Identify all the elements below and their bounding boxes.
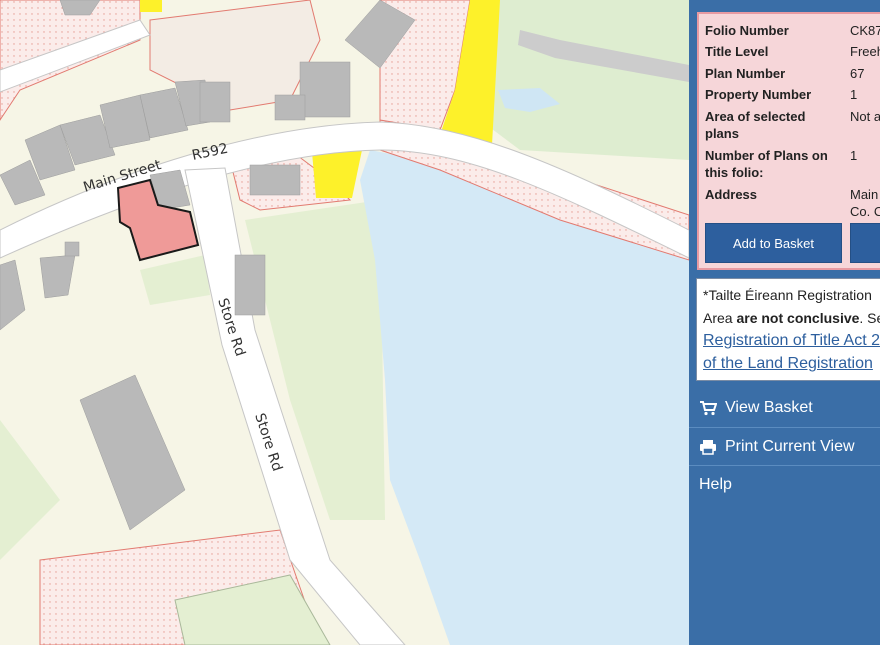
view-basket-menu-item[interactable]: View Basket [689,389,880,427]
folio-row-folio-number: Folio Number CK87 [705,23,880,38]
side-panel: Folio Number CK87 Title Level Freeh Plan… [689,0,880,645]
note-line-2: Area are not conclusive. Se [703,310,880,326]
folio-details: Folio Number CK87 Title Level Freeh Plan… [697,12,880,270]
folio-row-number-of-plans: Number of Plans on this folio: 1 [705,148,858,180]
registration-act-link[interactable]: Registration of Title Act 2 [703,330,880,352]
folio-row-area: Area of selected plans Not a [705,109,880,141]
add-to-basket-button[interactable]: Add to Basket [705,223,842,263]
printer-icon [700,440,716,455]
shopping-cart-icon [700,401,717,416]
print-view-menu-item[interactable]: Print Current View [689,427,880,465]
yellow-parcel-top [140,0,162,12]
folio-row-title-level: Title Level Freeh [705,44,880,59]
registration-note: *Tailte Éireann Registration Area are no… [696,278,880,381]
map-canvas[interactable]: Main Street R592 Store Rd Store Rd [0,0,689,645]
folio-row-property-number: Property Number 1 [705,87,858,102]
folio-row-address: Address Main Co. C [705,187,880,219]
map-view[interactable]: Main Street R592 Store Rd Store Rd [0,0,689,645]
note-line-1: *Tailte Éireann Registration [703,287,872,303]
green-field-north [480,0,689,160]
secondary-button[interactable] [850,223,880,263]
land-registration-link[interactable]: of the Land Registration [703,353,873,375]
folio-row-plan-number: Plan Number 67 [705,66,865,81]
help-menu-item[interactable]: Help [689,465,880,503]
